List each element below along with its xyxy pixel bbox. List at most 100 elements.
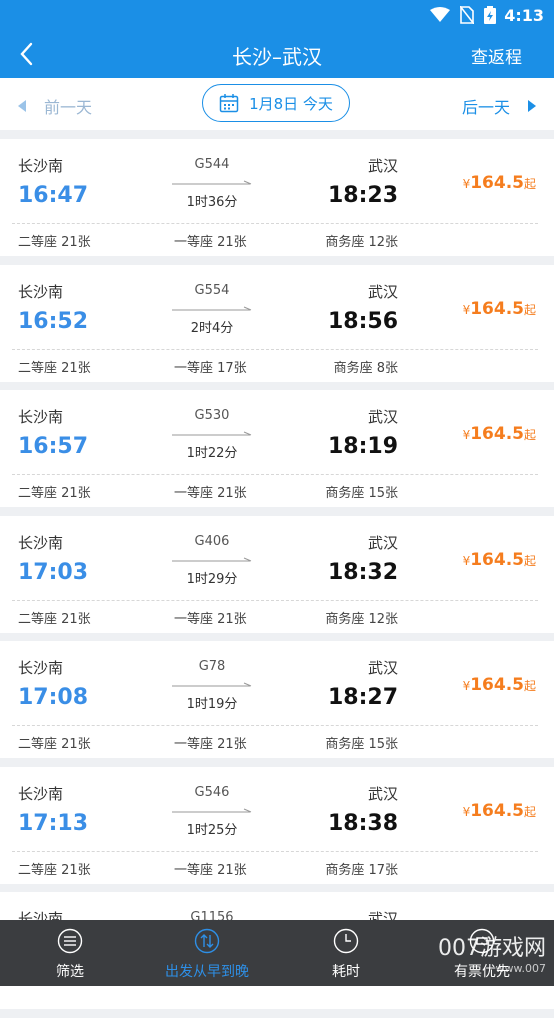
second-class-seats: 二等座 21张 [18,486,91,501]
train-card[interactable]: 长沙南 17:08 G78 1时19分 武汉 18:27 ¥164.5起 二等座 21张 一等座… [0,641,554,758]
right-triangle-icon [528,100,536,112]
train-number: G546 [194,784,230,800]
tab-sort-departure-label: 出发从早到晚 [165,964,249,980]
departure-station: 长沙南 [18,533,64,552]
next-day-label: 后一天 [461,98,510,117]
tab-duration[interactable]: 耗时 [304,920,388,986]
departure-time: 17:13 [18,810,89,836]
travel-duration: 1时25分 [186,822,238,838]
arrival-time: 18:27 [327,685,398,710]
departure-time: 16:47 [18,183,89,208]
tab-filter[interactable]: 筛选 [28,920,112,986]
status-icons [430,6,496,24]
train-card[interactable]: 长沙南 16:57 G530 1时22分 武汉 18:19 ¥164.5起 二等座 21张 一等… [0,390,554,507]
route-arrow-icon [172,306,252,310]
travel-duration: 1时19分 [186,697,238,712]
status-bar: 4:13 [0,0,554,32]
filter-icon [57,928,83,954]
date-picker-button[interactable]: 1月8日 今天 [202,84,350,122]
price-suffix: 起 [523,177,536,191]
second-class-seats: 二等座 21张 [18,611,91,627]
first-class-seats: 一等座 17张 [174,360,247,376]
selected-date: 1月8日 今天 [249,94,333,113]
route-arrow-icon [172,808,252,812]
first-class-seats: 一等座 21张 [174,737,247,752]
previous-day-button[interactable]: 前一天 [18,94,92,118]
no-sim-icon [460,6,474,24]
business-class-seats: 商务座 15张 [325,486,398,501]
departure-station: 长沙南 [18,282,64,301]
price-value: 164.5 [470,675,524,695]
departure-time: 17:03 [18,559,89,585]
next-day-button[interactable]: 后一天 [462,94,536,118]
status-time: 4:13 [504,6,544,25]
second-class-seats: 二等座 21张 [18,360,91,376]
departure-time: 17:08 [18,685,89,710]
train-number: G78 [198,659,226,674]
travel-duration: 1时22分 [186,446,238,461]
departure-station: 长沙南 [18,784,64,803]
train-card[interactable]: 长沙南 16:52 G554 2时4分 武汉 18:56 ¥164.5起 二等座 21张 一等座… [0,264,554,382]
business-class-seats: 商务座 17张 [325,862,398,878]
price-suffix: 起 [523,553,536,568]
second-class-seats: 二等座 21张 [18,862,91,878]
price: ¥164.5起 [463,173,536,193]
train-card[interactable]: 长沙南 17:13 G546 1时25分 武汉 18:38 ¥164.5起二等座 21张 一等… [0,766,554,884]
price-suffix: 起 [523,679,536,693]
departure-time: 16:52 [18,308,89,334]
card-divider [12,725,538,726]
travel-duration: 1时29分 [186,571,238,587]
watermark-sub: www.007 [495,962,546,975]
business-class-seats: 商务座 8张 [333,360,398,376]
wifi-icon [430,7,450,22]
price-value: 164.5 [470,549,524,570]
price-suffix: 起 [523,804,536,819]
left-triangle-icon [18,100,26,112]
watermark: 007游戏网 www.007 [438,930,546,975]
train-list[interactable]: 长沙南 16:47 G544 1时36分 武汉 18:23 ¥164.5起 二等座 21张 一等… [0,139,554,1018]
business-class-seats: 商务座 12张 [325,611,398,627]
second-class-seats: 二等座 21张 [18,235,91,250]
arrival-time: 18:19 [327,434,398,459]
arrival-station: 武汉 [367,784,398,803]
price: ¥164.5起 [463,550,536,570]
route-arrow-icon [172,431,252,436]
card-divider [12,348,538,350]
departure-station: 长沙南 [18,408,64,426]
arrival-time: 18:38 [327,810,398,836]
first-class-seats: 一等座 21张 [174,235,247,250]
price-suffix: 起 [523,302,536,317]
first-class-seats: 一等座 21张 [174,862,247,878]
first-class-seats: 一等座 21张 [174,486,247,501]
second-class-seats: 二等座 21张 [18,737,91,752]
route-arrow-icon [172,180,252,185]
date-bar: 前一天 1月8日 今天 后一天 [0,78,554,130]
departure-time: 16:57 [18,434,89,459]
arrival-time: 18:32 [327,559,398,585]
route-arrow-icon [172,682,252,687]
price: ¥164.5起 [463,801,536,821]
arrival-time: 18:23 [327,183,398,208]
price-suffix: 起 [523,428,536,442]
card-divider [12,599,538,601]
train-number: G406 [194,533,230,549]
departure-station: 长沙南 [18,659,64,677]
battery-icon [484,6,496,24]
return-trip-button[interactable]: 查返程 [471,43,522,68]
arrival-station: 武汉 [367,533,398,552]
card-divider [12,223,538,224]
departure-station: 长沙南 [18,157,64,175]
travel-duration: 1时36分 [186,195,238,210]
first-class-seats: 一等座 21张 [174,611,247,627]
sort-icon [194,928,220,954]
route-arrow-icon [172,557,252,561]
card-divider [12,474,538,475]
train-card[interactable]: 长沙南 16:47 G544 1时36分 武汉 18:23 ¥164.5起 二等座 21张 一等… [0,139,554,256]
arrival-station: 武汉 [367,157,398,175]
app-header: 长沙–武汉 查返程 [0,32,554,78]
tab-sort-departure[interactable]: 出发从早到晚 [152,920,262,986]
previous-day-label: 前一天 [44,98,93,117]
train-card[interactable]: 长沙南 17:03 G406 1时29分 武汉 18:32 ¥164.5起二等座 21张 一等… [0,515,554,633]
price-value: 164.5 [470,800,524,821]
travel-duration: 2时4分 [190,320,234,336]
